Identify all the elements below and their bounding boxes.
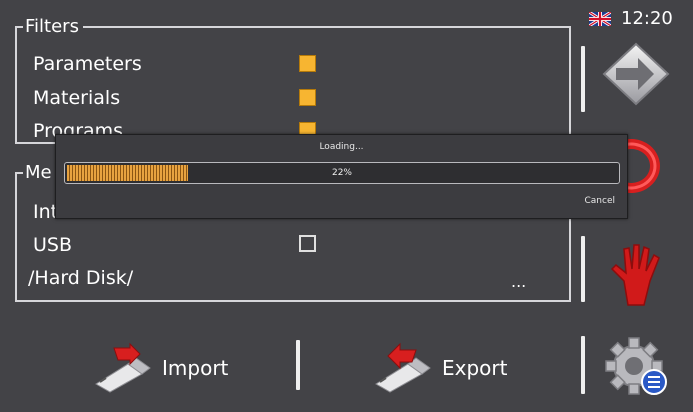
media-title: Me xyxy=(23,161,56,185)
progress-percent: 22% xyxy=(331,168,352,178)
hand-icon xyxy=(610,244,660,306)
loading-title: Loading... xyxy=(319,142,364,152)
next-arrow-icon xyxy=(602,42,670,106)
loading-dialog: Loading... 22% Cancel xyxy=(55,134,628,219)
stop-hand-button[interactable] xyxy=(596,238,676,310)
import-button[interactable]: Import xyxy=(92,338,228,398)
settings-gear-icon xyxy=(605,337,667,395)
right-separator-bottom xyxy=(581,336,585,394)
status-bar: 12:20 xyxy=(589,8,673,29)
import-label: Import xyxy=(162,356,229,380)
import-export-screen: 12:20 Filters Parameters Materials Progr… xyxy=(0,0,693,412)
clock: 12:20 xyxy=(621,8,673,29)
media-usb-label: USB xyxy=(33,234,73,256)
settings-button[interactable] xyxy=(596,334,676,400)
filter-parameters-label: Parameters xyxy=(33,53,142,75)
cancel-button[interactable]: Cancel xyxy=(585,196,616,206)
usb-export-icon xyxy=(375,342,431,393)
filters-title: Filters xyxy=(23,15,83,39)
right-separator-top xyxy=(581,46,585,112)
bottom-separator xyxy=(296,340,300,390)
usb-import-icon xyxy=(95,342,151,393)
export-label: Export xyxy=(442,356,508,380)
browse-button[interactable]: ... xyxy=(511,272,526,291)
next-button[interactable] xyxy=(596,38,676,110)
path-label: /Hard Disk/ xyxy=(28,267,134,289)
uk-flag-icon[interactable] xyxy=(589,11,611,26)
media-usb-checkbox[interactable] xyxy=(299,235,316,252)
progress-bar: 22% xyxy=(64,162,620,184)
filter-materials-label: Materials xyxy=(33,87,121,109)
filter-materials-checkbox[interactable] xyxy=(299,89,316,106)
right-separator-mid xyxy=(581,236,585,302)
export-button[interactable]: Export xyxy=(372,338,507,398)
filter-parameters-checkbox[interactable] xyxy=(299,55,316,72)
